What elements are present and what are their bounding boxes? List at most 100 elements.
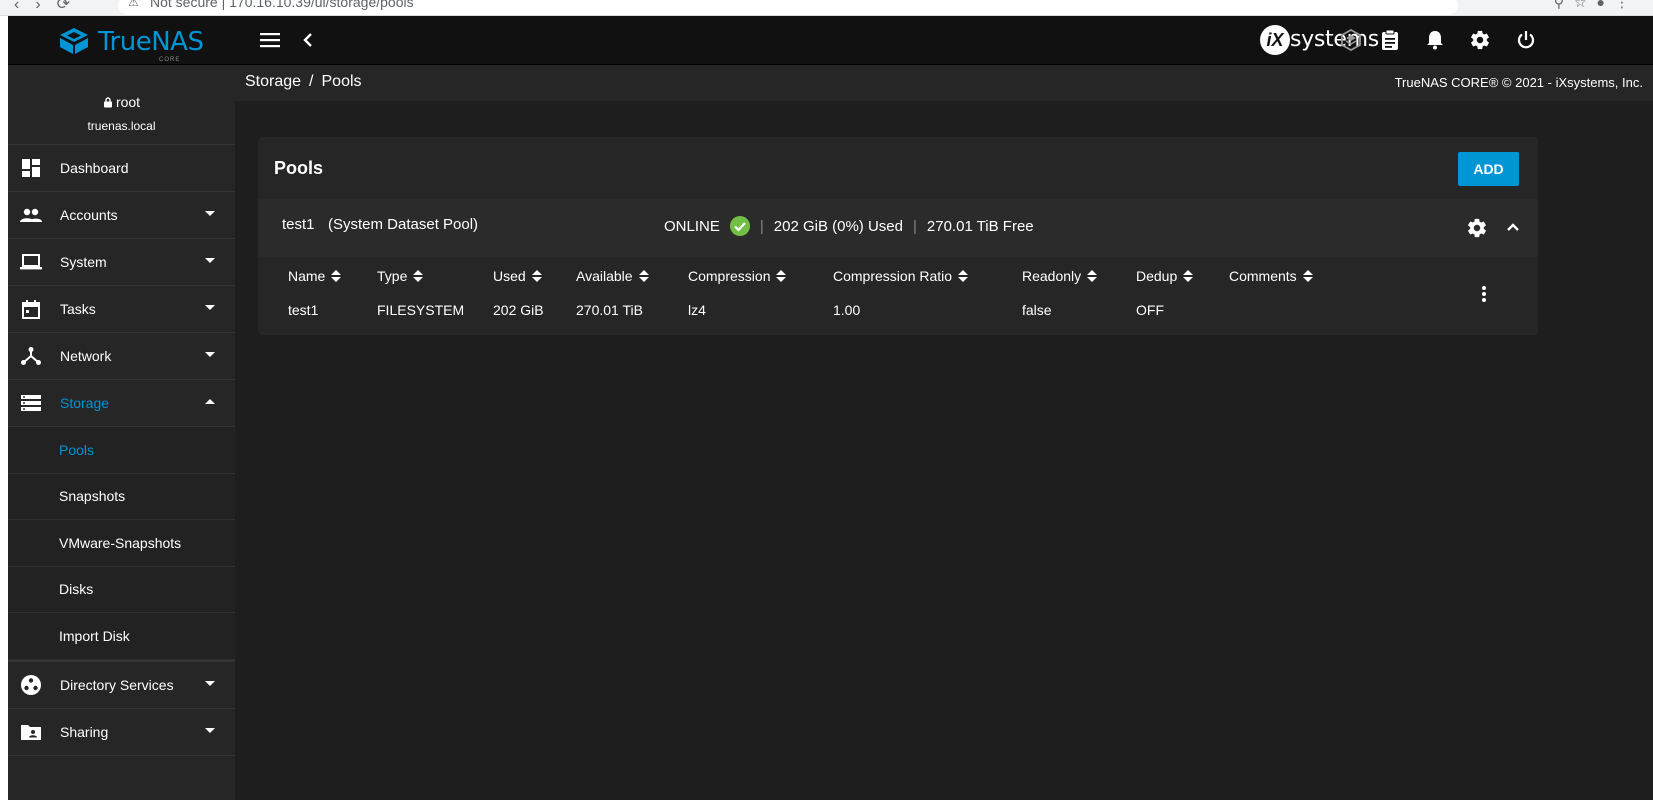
breadcrumb-bar: Storage / Pools TrueNAS CORE® © 2021 - i…: [235, 65, 1653, 101]
sidebar-item-sharing[interactable]: Sharing: [8, 709, 235, 756]
sidebar-item-accounts[interactable]: Accounts: [8, 192, 235, 239]
menu-icon: [260, 33, 280, 48]
settings-button[interactable]: [1466, 26, 1494, 54]
cell-used: 202 GiB: [493, 302, 544, 318]
power-button[interactable]: [1512, 26, 1540, 54]
sort-icon: [531, 269, 542, 283]
sidebar-item-directory-services[interactable]: Directory Services: [8, 662, 235, 709]
cell-readonly: false: [1022, 302, 1052, 318]
sidebar-item-tasks[interactable]: Tasks: [8, 286, 235, 333]
column-header-compression[interactable]: Compression: [688, 261, 787, 291]
chevron-down-icon: [205, 211, 215, 216]
menu-toggle-button[interactable]: [256, 26, 284, 54]
directory-services-icon: [20, 674, 42, 696]
column-header-available[interactable]: Available: [576, 261, 649, 291]
check-circle-icon: [729, 216, 750, 236]
column-header-name[interactable]: Name: [288, 261, 342, 291]
sidebar-subitem-vmware-snapshots[interactable]: VMware-Snapshots: [8, 520, 235, 567]
table-row[interactable]: test1 FILESYSTEM 202 GiB 270.01 TiB lz4 …: [258, 286, 1538, 325]
truenas-app: TrueNAS CORE iX systems root truenas.loc…: [8, 16, 1653, 800]
truenas-logo-icon: [60, 28, 88, 54]
collapse-sidebar-button[interactable]: [294, 26, 322, 54]
column-header-compression-ratio[interactable]: Compression Ratio: [833, 261, 969, 291]
sidebar-item-label: Tasks: [60, 301, 96, 317]
column-header-dedup[interactable]: Dedup: [1136, 261, 1194, 291]
page-title: Pools: [274, 158, 324, 178]
browser-nav-icons[interactable]: ‹›⟳: [14, 0, 86, 14]
bell-icon: [1427, 31, 1443, 50]
storage-icon: [20, 392, 42, 414]
laptop-icon: [20, 251, 42, 273]
sidebar-item-system[interactable]: System: [8, 239, 235, 286]
lock-icon: [103, 96, 112, 107]
browser-toolbar: ‹›⟳ ⚠ Not secure | 170.16.10.39/ui/stora…: [0, 0, 1653, 16]
user-name-text: root: [115, 94, 141, 110]
sort-icon: [413, 269, 424, 283]
host-name: truenas.local: [87, 118, 156, 133]
chevron-down-icon: [205, 727, 215, 733]
breadcrumb-separator: /: [309, 73, 314, 90]
status-text: ONLINE: [664, 217, 720, 235]
sidebar-item-storage[interactable]: Storage: [8, 380, 235, 427]
sort-icon: [776, 269, 787, 283]
system-dataset-label: (System Dataset Pool): [328, 216, 479, 233]
truenas-logo[interactable]: TrueNAS CORE: [56, 24, 206, 63]
divider: |: [759, 217, 764, 235]
column-header-comments[interactable]: Comments: [1229, 261, 1313, 291]
table-header: Name Type Used Available Compression Com…: [258, 261, 1538, 291]
address-bar[interactable]: ⚠ Not secure | 170.16.10.39/ui/storage/p…: [118, 0, 1458, 15]
breadcrumb-storage[interactable]: Storage: [245, 73, 301, 91]
sidebar-subitem-snapshots[interactable]: Snapshots: [8, 473, 235, 520]
free-text: 270.01 TiB Free: [926, 217, 1034, 235]
sort-icon: [1302, 269, 1313, 283]
browser-actions[interactable]: ⚲☆●⋮: [1554, 0, 1639, 11]
copyright-text: TrueNAS CORE® © 2021 - iXsystems, Inc.: [1394, 75, 1643, 90]
add-pool-button[interactable]: ADD: [1458, 152, 1519, 186]
sidebar: root truenas.local Dashboard Accounts Sy…: [8, 65, 235, 800]
sidebar-item-dashboard[interactable]: Dashboard: [8, 145, 235, 192]
chevron-up-icon: [205, 399, 215, 404]
sharing-icon: [20, 721, 42, 743]
sidebar-subitem-pools[interactable]: Pools: [8, 427, 235, 474]
cell-compression: lz4: [688, 302, 706, 318]
truecommand-icon: [1341, 29, 1361, 51]
row-actions-button[interactable]: [1472, 281, 1496, 307]
brand-sub: CORE: [159, 57, 181, 63]
alerts-button[interactable]: [1421, 26, 1449, 54]
pool-settings-button[interactable]: [1466, 217, 1488, 244]
sidebar-item-network[interactable]: Network: [8, 333, 235, 380]
sort-icon: [958, 269, 969, 283]
column-header-type[interactable]: Type: [377, 261, 424, 291]
sidebar-subitem-import-disk[interactable]: Import Disk: [8, 613, 235, 660]
sort-icon: [1087, 269, 1098, 283]
user-name: root: [103, 94, 140, 110]
sidebar-item-label: Network: [60, 348, 112, 364]
sidebar-subitem-disks[interactable]: Disks: [8, 566, 235, 613]
user-info: root truenas.local: [8, 65, 235, 145]
sidebar-item-label: Sharing: [60, 723, 109, 740]
accounts-icon: [20, 204, 42, 226]
task-manager-button[interactable]: [1376, 26, 1404, 54]
sidebar-item-label: System: [60, 254, 107, 270]
gear-icon: [1471, 30, 1489, 50]
breadcrumb-pools: Pools: [321, 73, 362, 90]
pool-status: ONLINE | 202 GiB (0%) Used | 270.01 TiB …: [664, 216, 1034, 236]
pools-card: Pools ADD test1 (System Dataset Pool) ON…: [258, 137, 1538, 335]
sort-icon: [331, 269, 342, 283]
column-header-readonly[interactable]: Readonly: [1022, 261, 1098, 291]
truecommand-button[interactable]: [1337, 26, 1365, 54]
collapse-pool-button[interactable]: [1506, 219, 1520, 237]
network-icon: [20, 345, 42, 367]
sort-icon: [638, 269, 649, 283]
chevron-down-icon: [205, 352, 215, 357]
top-bar: TrueNAS CORE iX systems: [8, 16, 1653, 65]
column-header-used[interactable]: Used: [493, 261, 542, 291]
dashboard-icon: [20, 157, 42, 179]
divider: |: [913, 217, 917, 235]
power-icon: [1517, 31, 1535, 49]
sidebar-item-label: Storage: [60, 395, 110, 411]
security-label: Not secure: [150, 0, 218, 10]
sidebar-item-label: Directory Services: [60, 676, 174, 693]
ix-wordmark: systems: [1290, 27, 1379, 52]
more-vert-icon: [1482, 286, 1486, 302]
